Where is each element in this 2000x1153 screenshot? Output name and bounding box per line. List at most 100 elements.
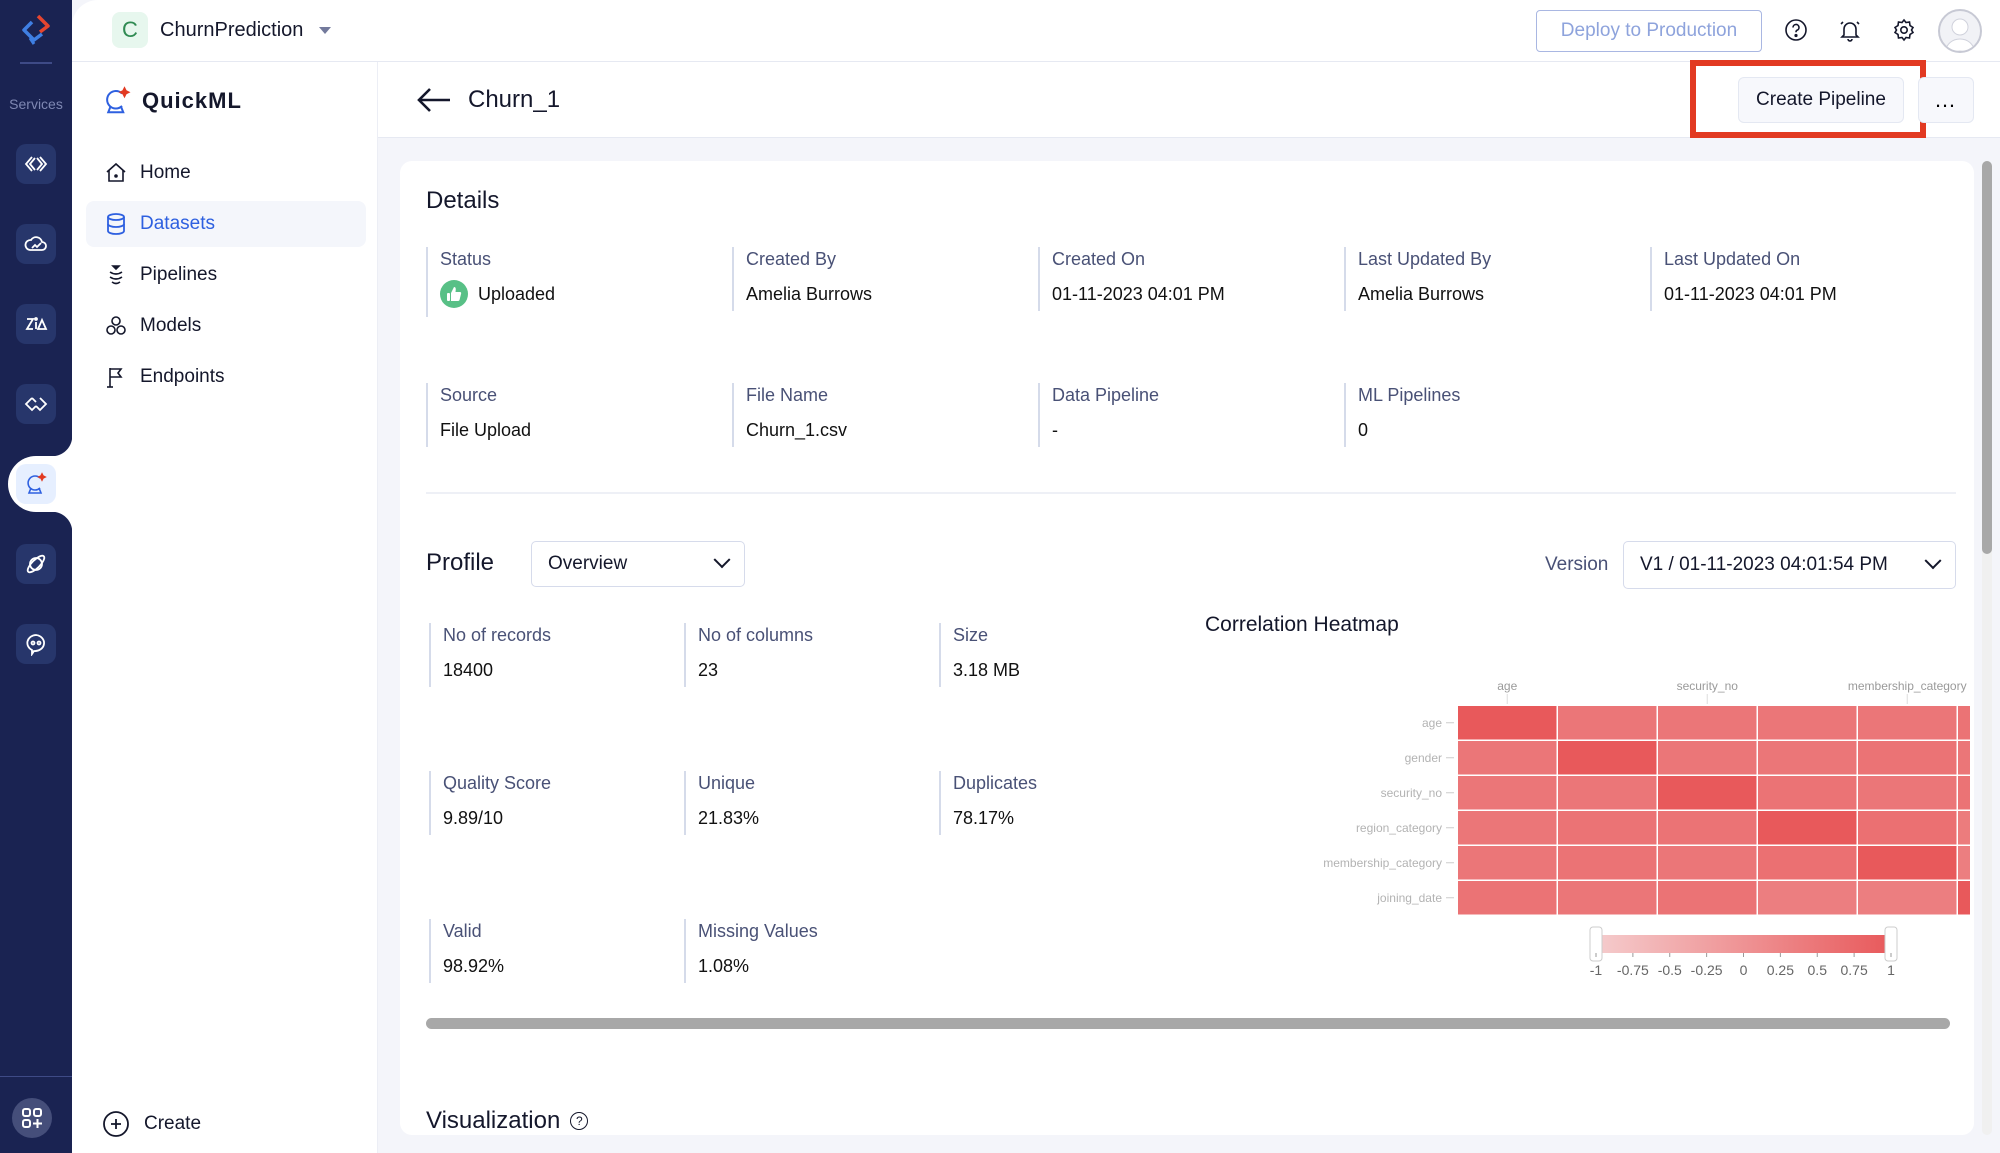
profile-view-value: Overview	[548, 553, 628, 574]
stat-duplicates: Duplicates 78.17%	[939, 771, 1179, 835]
heatmap-cell	[1558, 811, 1657, 845]
bell-icon	[1840, 21, 1860, 42]
vertical-scrollbar-thumb[interactable]	[1982, 161, 1992, 554]
heatmap-cell	[1758, 706, 1857, 740]
color-scale-tick-label: 0	[1740, 962, 1748, 978]
dataset-details-card: Details Status Uploaded Created By Ameli…	[400, 161, 1974, 1135]
stat-valid: Valid 98.92%	[429, 919, 669, 983]
sidebar-item-label: Pipelines	[140, 264, 218, 285]
rail-item-orbit[interactable]	[16, 544, 56, 584]
detail-label: Status	[440, 249, 492, 269]
help-circle-icon[interactable]: ?	[570, 1112, 589, 1130]
version-select[interactable]: V1 / 01-11-2023 04:01:54 PM	[1623, 541, 1956, 589]
detail-label: ML Pipelines	[1358, 385, 1461, 405]
heatmap-cell	[1658, 846, 1757, 880]
section-divider	[426, 492, 1956, 494]
stat-quality-score: Quality Score 9.89/10	[429, 771, 669, 835]
settings-button[interactable]	[1890, 16, 1918, 44]
database-icon	[107, 213, 125, 235]
sidebar-item-home[interactable]: Home	[86, 150, 366, 196]
color-scale-tick-label: -0.5	[1658, 962, 1682, 978]
sidebar-item-endpoints[interactable]: Endpoints	[86, 354, 366, 400]
version-label: Version	[1545, 554, 1609, 575]
notifications-button[interactable]	[1836, 16, 1864, 44]
sidebar-item-models[interactable]: Models	[86, 303, 366, 349]
rail-item-zia[interactable]	[16, 304, 56, 344]
user-avatar[interactable]	[1938, 9, 1982, 53]
heatmap-cell	[1458, 846, 1557, 880]
heatmap-cell	[1858, 811, 1957, 845]
heatmap-cell	[1658, 706, 1757, 740]
rail-item-cloud[interactable]	[16, 224, 56, 264]
stat-records: No of records 18400	[429, 623, 669, 687]
chatbot-icon	[26, 634, 45, 656]
models-icon	[106, 316, 126, 335]
project-switcher[interactable]: C ChurnPrediction	[112, 12, 332, 48]
horizontal-scrollbar[interactable]	[426, 1018, 1950, 1029]
quickml-brand: QuickML	[102, 86, 242, 116]
rail-item-code[interactable]	[16, 144, 56, 184]
catalyst-logo-icon[interactable]	[18, 12, 54, 48]
gear-icon	[1893, 18, 1915, 42]
visualization-label: Visualization	[426, 1107, 561, 1134]
quickml-sidebar: QuickML Home Datasets Pipelines Models E…	[72, 62, 378, 1153]
project-avatar: C	[112, 12, 148, 48]
color-scale-tick-label: 1	[1887, 962, 1895, 978]
stat-value: 9.89/10	[443, 808, 504, 828]
x-tick-label: security_no	[1677, 679, 1739, 693]
status-value: Uploaded	[478, 283, 556, 304]
heatmap-cell	[1858, 776, 1957, 810]
detail-value: Amelia Burrows	[1358, 284, 1485, 304]
heatmap-cell	[1458, 706, 1557, 740]
help-button[interactable]	[1782, 16, 1810, 44]
profile-view-select[interactable]: Overview	[531, 541, 745, 587]
detail-ml-pipelines: ML Pipelines 0	[1344, 383, 1634, 447]
heatmap-cell	[1658, 741, 1757, 775]
detail-label: Data Pipeline	[1052, 385, 1160, 405]
create-pipeline-button[interactable]: Create Pipeline	[1738, 77, 1904, 123]
back-arrow-icon[interactable]	[416, 86, 452, 114]
heatmap-cell	[1858, 846, 1957, 880]
y-tick-label: age	[1422, 716, 1442, 730]
more-options-button[interactable]: …	[1918, 77, 1974, 123]
detail-value: Amelia Burrows	[746, 284, 873, 304]
y-tick-label: region_category	[1356, 821, 1442, 835]
detail-label: Created By	[746, 249, 837, 269]
heatmap-cell	[1758, 776, 1857, 810]
rail-item-integration[interactable]	[16, 384, 56, 424]
integration-icon	[24, 397, 48, 412]
heatmap-cell	[1558, 846, 1657, 880]
chevron-down-icon	[1924, 552, 1942, 570]
apps-button[interactable]	[12, 1098, 52, 1138]
heatmap-cell	[1458, 811, 1557, 845]
help-icon	[1785, 19, 1807, 41]
detail-label: Last Updated By	[1358, 249, 1492, 269]
rail-item-quickml[interactable]	[16, 464, 56, 504]
detail-created-by: Created By Amelia Burrows	[732, 247, 1022, 311]
detail-value: File Upload	[440, 420, 532, 440]
correlation-heatmap: agegendersecurity_noregion_categorymembe…	[1323, 679, 1970, 978]
deploy-to-production-button[interactable]: Deploy to Production	[1536, 10, 1762, 52]
flag-icon	[107, 368, 123, 388]
detail-created-on: Created On 01-11-2023 04:01 PM	[1038, 247, 1328, 311]
rail-item-chatbot[interactable]	[16, 624, 56, 664]
sidebar-item-datasets[interactable]: Datasets	[86, 201, 366, 247]
stat-label: Duplicates	[953, 773, 1038, 793]
stat-missing-values: Missing Values 1.08%	[684, 919, 924, 983]
create-button[interactable]: Create	[102, 1110, 201, 1138]
stat-columns: No of columns 23	[684, 623, 924, 687]
page-title: Churn_1	[468, 86, 561, 113]
version-value: V1 / 01-11-2023 04:01:54 PM	[1640, 554, 1888, 575]
user-silhouette-icon	[1945, 18, 1975, 51]
stat-value: 98.92%	[443, 956, 505, 976]
heatmap-cell	[1558, 881, 1657, 915]
color-scale-tick-label: 0.25	[1767, 962, 1794, 978]
x-tick-label: membership_category	[1848, 679, 1967, 693]
detail-label: File Name	[746, 385, 829, 405]
stat-value: 23	[698, 660, 719, 680]
heatmap-cell	[1758, 811, 1857, 845]
color-scale-tick-label: -1	[1590, 962, 1603, 978]
sidebar-item-pipelines[interactable]: Pipelines	[86, 252, 366, 298]
zia-icon	[25, 317, 48, 330]
vertical-scrollbar[interactable]	[1982, 161, 1992, 1135]
